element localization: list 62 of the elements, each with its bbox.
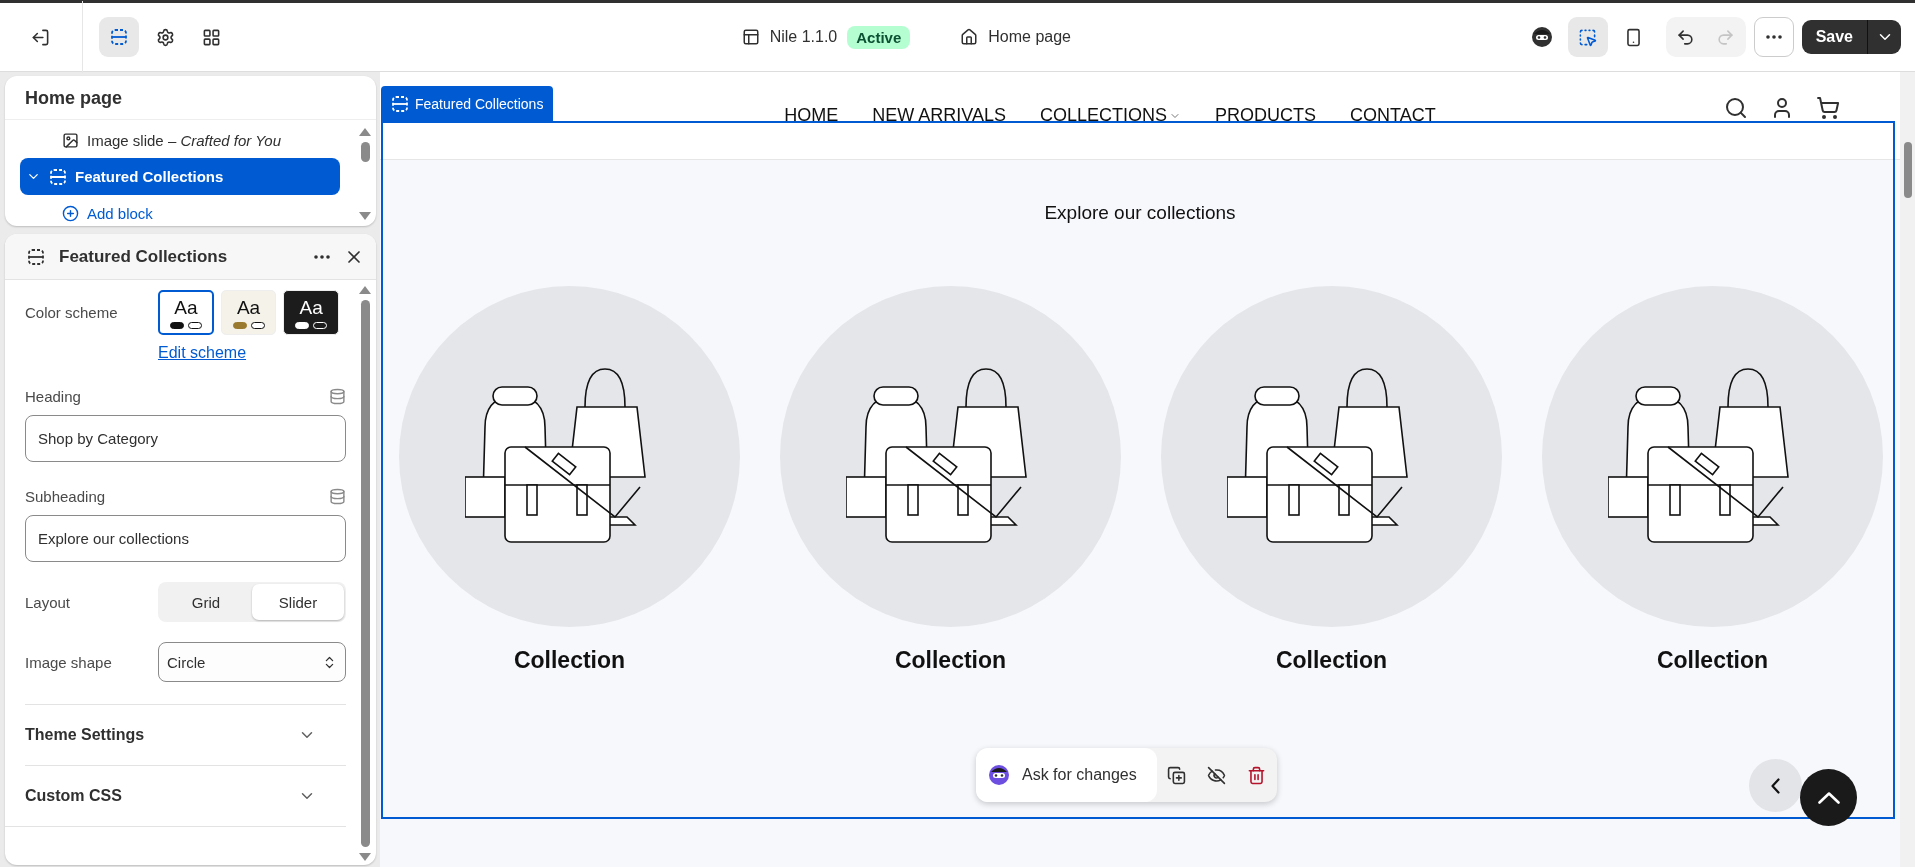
field-label: Heading bbox=[25, 388, 81, 405]
field-label: Layout bbox=[25, 593, 72, 611]
color-scheme-option[interactable]: Aa bbox=[283, 290, 339, 335]
block-item[interactable]: Image slide – Crafted for You bbox=[20, 126, 340, 154]
cart-icon[interactable] bbox=[1816, 96, 1840, 120]
undo-icon bbox=[1676, 27, 1696, 47]
database-icon bbox=[329, 488, 346, 505]
panel-title: Home page bbox=[5, 76, 376, 120]
color-scheme-option[interactable]: Aa bbox=[220, 290, 277, 335]
more-icon bbox=[314, 254, 330, 259]
theme-name: Nile 1.1.0 bbox=[769, 28, 838, 46]
text-field[interactable]: Explore our collections bbox=[25, 515, 346, 562]
block-label: Image slide – Crafted for You bbox=[87, 131, 282, 149]
more-icon bbox=[1765, 35, 1782, 39]
ask-button[interactable]: Ask for changes bbox=[976, 748, 1157, 802]
select-pointer-icon bbox=[1578, 27, 1598, 47]
chevron-left-icon bbox=[1771, 777, 1780, 794]
add-block-link[interactable]: Add block bbox=[20, 199, 340, 226]
section-subheading: Explore our collections bbox=[1044, 202, 1236, 224]
theme-icon bbox=[741, 28, 760, 46]
layout-option[interactable]: Grid bbox=[160, 584, 252, 620]
field-label: Subheading bbox=[25, 488, 106, 505]
section-icon bbox=[110, 28, 128, 46]
collection-title: Collection bbox=[1656, 647, 1769, 674]
section-icon bbox=[27, 247, 45, 266]
collection-title: Collection bbox=[894, 647, 1007, 674]
image-icon bbox=[62, 131, 79, 149]
layout-toggle[interactable]: Grid Slider bbox=[158, 582, 346, 622]
section-icon bbox=[391, 95, 409, 113]
color-scheme-option[interactable]: Aa bbox=[158, 290, 214, 335]
assistant-face-icon bbox=[1530, 26, 1553, 48]
settings-icon bbox=[155, 27, 175, 47]
field-label: Color scheme bbox=[25, 304, 119, 321]
image-shape-select[interactable]: Circle bbox=[158, 642, 346, 682]
field-label: Image shape bbox=[25, 653, 113, 671]
chevron-up-icon bbox=[1817, 791, 1840, 804]
collection-title: Collection bbox=[1275, 647, 1388, 674]
more-button[interactable] bbox=[1753, 17, 1794, 57]
search-icon[interactable] bbox=[1724, 96, 1748, 120]
layout-option[interactable]: Slider bbox=[252, 584, 344, 620]
settings-title: Featured Collections bbox=[59, 246, 229, 267]
text-field[interactable]: Shop by Category bbox=[25, 415, 346, 462]
status-badge: Active bbox=[847, 25, 911, 49]
assistant-face-icon bbox=[988, 764, 1010, 786]
section-tag-label: Featured Collections bbox=[415, 96, 544, 112]
home-icon bbox=[960, 28, 979, 46]
exit-icon bbox=[30, 27, 50, 47]
collection-title: Collection bbox=[513, 647, 626, 674]
page-selector[interactable]: Home page bbox=[988, 28, 1071, 46]
save-button[interactable]: Save bbox=[1801, 20, 1867, 54]
nav-link[interactable]: HOME bbox=[784, 105, 839, 126]
edit-scheme-link[interactable]: Edit scheme bbox=[158, 344, 346, 362]
section-item[interactable]: Featured Collections bbox=[20, 158, 340, 195]
plus-circle-icon bbox=[62, 204, 79, 222]
save-options-button[interactable] bbox=[1867, 20, 1901, 54]
nav-link[interactable]: COLLECTIONS bbox=[1040, 105, 1181, 126]
nav-link[interactable]: PRODUCTS bbox=[1215, 105, 1317, 126]
database-icon bbox=[329, 388, 346, 405]
apps-icon bbox=[201, 27, 221, 47]
nav-link[interactable]: CONTACT bbox=[1350, 105, 1436, 126]
section-icon bbox=[49, 167, 67, 186]
nav-link[interactable]: NEW ARRIVALS bbox=[872, 105, 1006, 126]
